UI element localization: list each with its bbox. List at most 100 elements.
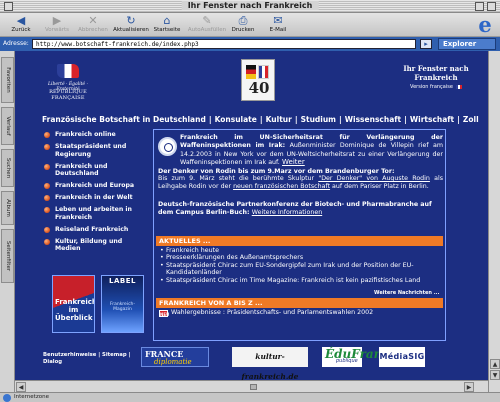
horizontal-scrollbar[interactable]: ◀ ▶ <box>15 380 488 392</box>
nav-wissenschaft[interactable]: Wissenschaft <box>345 115 401 124</box>
left-menu-item[interactable]: Reiseland Frankreich <box>43 226 147 234</box>
aktuelles-list: Frankreich heute Presseerklärungen des A… <box>160 247 443 284</box>
aktuelles-item[interactable]: Staatspräsident Chirac im Time Magazine:… <box>160 277 443 285</box>
zoom-box-icon[interactable] <box>475 2 484 11</box>
status-bar: Internetzone <box>0 392 500 402</box>
home-button[interactable]: ⌂ Startseite <box>149 14 185 36</box>
bullet-icon <box>44 238 50 245</box>
go-button[interactable]: ▸ <box>420 39 432 49</box>
site-title: Ihr Fenster nach Frankreich <box>403 64 469 82</box>
aktuelles-item[interactable]: Presseerklärungen des Außenamtsprechers <box>160 254 443 262</box>
kultur-frankreich-logo[interactable]: kultur-frankreich.de <box>232 347 308 380</box>
scroll-down-icon[interactable]: ▼ <box>490 370 500 380</box>
weitere-nachrichten-link[interactable]: Weitere Nachrichten ... <box>374 290 439 296</box>
rf-name: RÉPUBLIQUE FRANÇAISE <box>49 89 87 101</box>
stop-button[interactable]: ✕ Abbrechen <box>75 14 111 36</box>
france-diplomatie-logo[interactable]: FRANCE diplomatie <box>141 347 209 367</box>
bullet-icon <box>44 226 50 233</box>
vertical-scrollbar[interactable]: ▲ ▼ <box>488 51 500 392</box>
tab-album[interactable]: Album <box>1 191 14 225</box>
web-page-content: Liberté · Égalité · Fraternité RÉPUBLIQU… <box>15 51 488 380</box>
scroll-up-icon[interactable]: ▲ <box>490 359 500 369</box>
nav-wirtschaft[interactable]: Wirtschaft <box>410 115 454 124</box>
bullet-icon <box>44 132 50 138</box>
close-box-icon[interactable] <box>4 2 13 11</box>
mediasig-logo[interactable]: MédiaSIG <box>379 347 425 367</box>
a-bis-z-header: FRANKREICH VON A BIS Z ... <box>156 298 443 308</box>
french-flag-icon <box>258 65 269 79</box>
mail-button[interactable]: ✉ E-Mail <box>260 14 296 36</box>
left-menu-item[interactable]: Frankreich und Deutschland <box>43 163 147 178</box>
nav-zoll[interactable]: Zoll <box>463 115 479 124</box>
window-title: Ihr Fenster nach Frankreich <box>181 1 319 10</box>
main-navigation: Französische Botschaft in Deutschland | Ko… <box>42 115 488 126</box>
aktuelles-item[interactable]: Frankreich heute <box>160 247 443 255</box>
tab-favorites[interactable]: Favoriten <box>1 57 14 103</box>
botschaft-link[interactable]: neuen französischen Botschaft <box>233 183 330 190</box>
nav-kultur[interactable]: Kultur <box>266 115 292 124</box>
nav-botschaft[interactable]: Französische Botschaft in Deutschland <box>42 115 206 124</box>
autofill-button[interactable]: ✎ AutoAusfüllen <box>187 14 227 36</box>
bullet-icon <box>44 183 50 189</box>
news-item: Der Denker von Rodin bis zum 9.Marz vor … <box>158 168 443 190</box>
weitere-informationen-link[interactable]: Weitere Informationen <box>252 209 322 216</box>
url-field[interactable]: http://www.botschaft-frankreich.de/index… <box>32 39 416 49</box>
address-bar: Adresse: http://www.botschaft-frankreich… <box>0 37 500 51</box>
tab-page-filter[interactable]: Seitenfilter <box>1 229 14 283</box>
nav-separator: | <box>208 115 212 124</box>
site-header-right: Ihr Fenster nach Frankreich Version fran… <box>387 64 485 90</box>
footer-links[interactable]: Benutzerhinweise | Sitemap | Dialog <box>43 352 139 366</box>
nav-separator: | <box>404 115 407 124</box>
mail-icon: ✉ <box>273 14 283 27</box>
refresh-icon: ↻ <box>126 14 136 27</box>
scroll-right-icon[interactable]: ▶ <box>464 382 474 392</box>
collapse-box-icon[interactable] <box>487 2 496 11</box>
scroll-thumb[interactable] <box>250 384 257 390</box>
back-button[interactable]: ◀ Zurück <box>3 14 39 36</box>
left-menu-item[interactable]: Staatspräsident und Regierung <box>43 143 147 158</box>
left-menu-item[interactable]: Frankreich in der Welt <box>43 194 147 202</box>
aktuelles-item[interactable]: Staatspräsident Chirac zum EU-Sondergipf… <box>160 262 443 277</box>
left-menu: Frankreich online Staatspräsident und Re… <box>43 131 147 257</box>
news-item: Deutsch-französische Partnerkonferenz de… <box>158 200 443 217</box>
tab-search[interactable]: Suchen <box>1 149 14 187</box>
scroll-left-icon[interactable]: ◀ <box>16 382 26 392</box>
wahlergebnisse-link[interactable]: Wahlergebnisse : Präsidentschafts- und P… <box>171 309 373 316</box>
forward-arrow-icon: ▶ <box>52 14 62 27</box>
aktuelles-header: AKTUELLES ... <box>156 236 443 246</box>
address-label: Adresse: <box>3 40 29 47</box>
left-menu-item[interactable]: Frankreich online <box>43 131 147 139</box>
left-menu-item[interactable]: Kultur, Bildung und Medien <box>43 238 147 253</box>
home-icon: ⌂ <box>163 14 171 27</box>
nav-separator: | <box>294 115 298 124</box>
status-text: Internetzone <box>14 394 49 400</box>
bullet-icon <box>44 207 50 213</box>
tab-history[interactable]: Verlauf <box>1 107 14 145</box>
left-menu-item[interactable]: Frankreich und Europa <box>43 182 147 190</box>
edufrance-logo[interactable]: ÉduFrance publique <box>322 347 397 367</box>
nav-separator: | <box>457 115 460 124</box>
french-flag-icon <box>455 84 462 89</box>
title-bar[interactable]: Ihr Fenster nach Frankreich <box>0 0 500 13</box>
news-weiter-link[interactable]: Weiter <box>282 158 305 166</box>
nav-studium[interactable]: Studium <box>301 115 336 124</box>
left-menu-item[interactable]: Leben und arbeiten in Frankreich <box>43 206 147 221</box>
stop-icon: ✕ <box>88 14 98 27</box>
version-francaise-link[interactable]: Version française <box>387 84 485 90</box>
back-arrow-icon: ◀ <box>16 14 26 27</box>
nav-konsulate[interactable]: Konsulate <box>215 115 257 124</box>
refresh-button[interactable]: ↻ Aktualisieren <box>111 14 151 36</box>
frankreich-im-ueberblick-banner[interactable]: Frankreich im Überblick <box>52 275 95 333</box>
denker-link[interactable]: "Der Denker" von Auguste Rodin <box>318 175 430 182</box>
autofill-icon: ✎ <box>202 14 212 27</box>
french-flag-icon <box>57 64 79 78</box>
anniversary-number: 40 <box>248 79 270 97</box>
forward-button[interactable]: ▶ Vorwärts <box>39 14 75 36</box>
republique-francaise-logo[interactable]: Liberté · Égalité · Fraternité RÉPUBLIQU… <box>42 62 94 102</box>
anniversary-badge[interactable]: 40 <box>241 59 275 101</box>
nav-separator: | <box>339 115 342 124</box>
bullet-icon <box>44 144 50 150</box>
print-button[interactable]: ⎙ Drucken <box>225 14 261 36</box>
explorer-button[interactable]: Explorer <box>438 38 496 50</box>
label-magazine-banner[interactable]: LABEL Frankreich-Magazin <box>101 275 144 333</box>
